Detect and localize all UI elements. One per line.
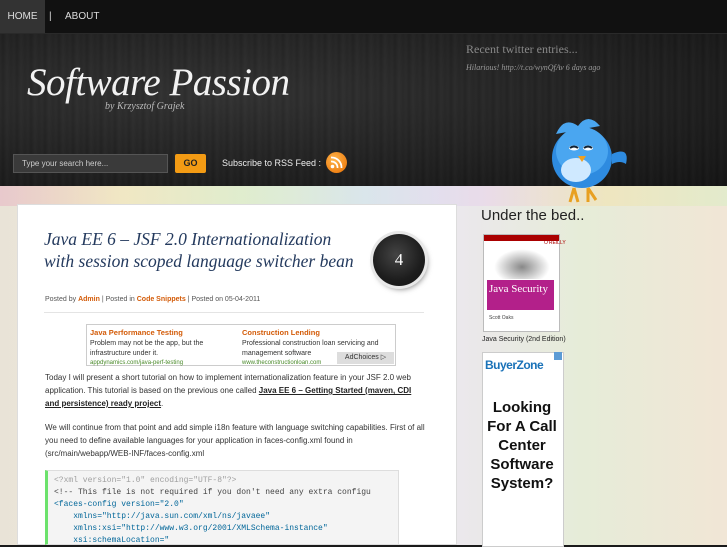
top-nav: HOME | ABOUT [0, 0, 727, 34]
post-meta: Posted by Admin | Posted in Code Snippet… [45, 296, 260, 303]
meta-date: | Posted on 05-04-2011 [187, 296, 261, 303]
sidebar-ad-text[interactable]: Looking For A Call Center Software Syste… [482, 398, 562, 493]
book-caption[interactable]: Java Security (2nd Edition) [482, 336, 566, 343]
code-line: xmlns:xsi="http://www.w3.org/2001/XMLSch… [54, 524, 328, 533]
ad-left-text: Problem may not be the app, but the infr… [90, 340, 204, 357]
ad-right-title[interactable]: Construction Lending [242, 328, 320, 337]
post-paragraph-1: Today I will present a short tutorial on… [45, 371, 425, 410]
category-link[interactable]: Code Snippets [137, 296, 186, 303]
code-line: <faces-config version="2.0" [54, 500, 184, 509]
ad-right-url[interactable]: www.theconstructionloan.com [242, 360, 321, 366]
buyerzone-logo[interactable]: BuyerZone [485, 358, 544, 372]
twitter-widget-title: Recent twitter entries... [466, 42, 578, 56]
meta-posted-by: Posted by [45, 296, 77, 303]
site-title[interactable]: Software Passion [27, 60, 290, 105]
rss-icon[interactable] [326, 152, 347, 173]
nav-home-link[interactable]: HOME [0, 0, 45, 33]
twitter-bird-icon [552, 119, 627, 203]
nav-separator: | [49, 11, 52, 22]
code-line: xsi:schemaLocation=" [54, 536, 170, 545]
author-link[interactable]: Admin [78, 296, 100, 303]
search-go-button[interactable]: GO [175, 154, 206, 173]
post-title[interactable]: Java EE 6 – JSF 2.0 Internationalization… [44, 228, 362, 272]
code-line: <?xml version="1.0" encoding="UTF-8"?> [54, 476, 237, 485]
nav-about-link[interactable]: ABOUT [65, 0, 99, 33]
comment-count-badge[interactable]: 4 [373, 234, 425, 286]
para1-end: . [161, 399, 164, 408]
ad-choices-icon[interactable] [554, 352, 562, 360]
search-input[interactable] [13, 154, 168, 173]
sidebar-title: Under the bed.. [481, 207, 585, 224]
ad-left-url[interactable]: appdynamics.com/java-perf-testing [90, 360, 183, 366]
code-block[interactable]: <?xml version="1.0" encoding="UTF-8"?> <… [45, 470, 399, 545]
ad-choices-button[interactable]: AdChoices ▷ [337, 352, 394, 364]
ad-left-title[interactable]: Java Performance Testing [90, 328, 183, 337]
code-line: <!-- This file is not required if you do… [54, 488, 371, 497]
book-publisher: O'REILLY [544, 240, 566, 246]
code-line: xmlns="http://java.sun.com/xml/ns/javaee… [54, 512, 271, 521]
book-animal-image [494, 249, 550, 279]
rss-label: Subscribe to RSS Feed : [222, 158, 322, 168]
site-byline: by Krzysztof Grajek [105, 101, 185, 112]
twitter-entry[interactable]: Hilarious! http://t.co/wynQfAv 6 days ag… [466, 63, 600, 72]
divider [44, 312, 424, 313]
book-author: Scott Oaks [489, 315, 514, 321]
meta-posted-in: | Posted in [101, 296, 135, 303]
post-paragraph-2: We will continue from that point and add… [45, 423, 425, 458]
book-title: Java Security [489, 283, 548, 295]
book-cover-image[interactable]: O'REILLY Java Security Scott Oaks [483, 234, 566, 332]
